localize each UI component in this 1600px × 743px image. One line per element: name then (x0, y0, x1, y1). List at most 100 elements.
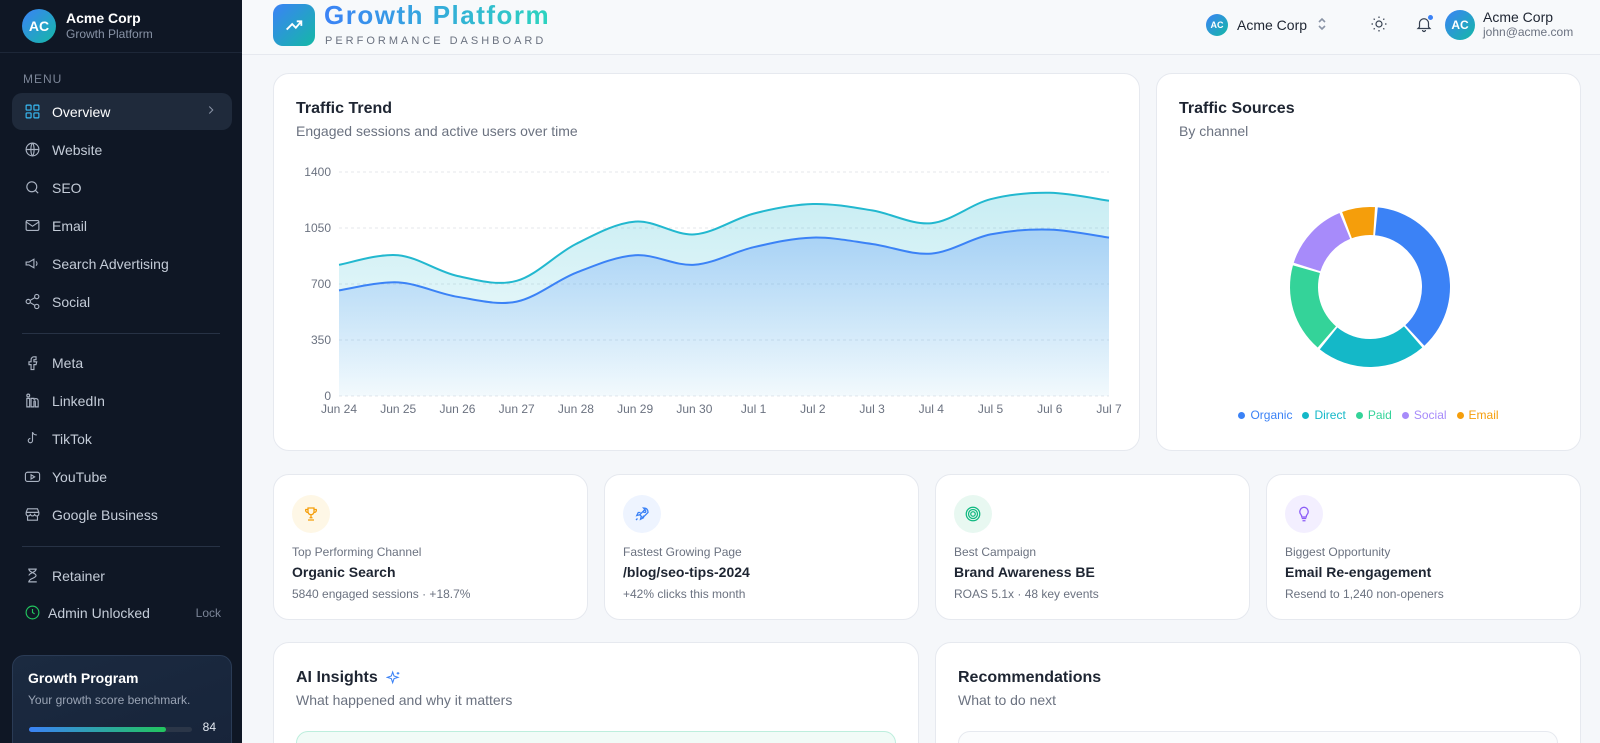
legend-item-email[interactable]: Email (1456, 408, 1499, 422)
legend-item-paid[interactable]: Paid (1355, 408, 1392, 422)
x-tick-label: Jul 2 (800, 402, 826, 416)
card-subtitle: What to do next (958, 692, 1057, 708)
x-tick-label: Jul 4 (919, 402, 945, 416)
search-icon (23, 179, 41, 197)
growth-program-card[interactable]: Growth Program Your growth score benchma… (12, 655, 232, 743)
globe-icon (23, 141, 41, 159)
y-tick-label: 700 (311, 277, 331, 291)
theme-toggle-button[interactable] (1367, 14, 1391, 38)
ai-insights-card: AI Insights What happened and why it mat… (273, 642, 919, 743)
chart-legend: Organic Direct Paid Social Email (1157, 408, 1580, 422)
trending-up-icon (273, 4, 315, 46)
sidebar-item-google-business[interactable]: Google Business (12, 496, 232, 533)
sidebar-item-label: Email (52, 217, 88, 234)
card-subtitle: What happened and why it matters (296, 692, 513, 708)
traffic-trend-card: Traffic Trend Engaged sessions and activ… (273, 73, 1140, 451)
sidebar-item-social[interactable]: Social (12, 283, 232, 320)
facebook-icon (23, 354, 41, 372)
lightbulb-icon (1285, 495, 1323, 533)
sidebar-item-tiktok[interactable]: TikTok (12, 420, 232, 457)
stat-label: Biggest Opportunity (1285, 545, 1391, 559)
user-menu[interactable]: AC Acme Corp john@acme.com (1445, 9, 1573, 40)
growth-subtitle: Your growth score benchmark. (28, 693, 191, 707)
legend-label: Paid (1367, 408, 1392, 422)
growth-progress-bar (29, 727, 192, 732)
x-tick-label: Jul 7 (1096, 402, 1122, 416)
insight-item[interactable] (296, 731, 896, 743)
stat-meta: +42% clicks this month (623, 587, 746, 601)
stat-meta: ROAS 5.1x · 48 key events (954, 587, 1099, 601)
sparkle-icon (385, 670, 402, 686)
megaphone-icon (23, 255, 41, 273)
store-icon (23, 506, 41, 524)
x-tick-label: Jun 29 (617, 402, 653, 416)
stat-label: Fastest Growing Page (623, 545, 742, 559)
legend-label: Organic (1250, 408, 1293, 422)
top-header: Growth Platform PERFORMANCE DASHBOARD AC… (242, 0, 1600, 55)
y-tick-label: 0 (324, 389, 331, 403)
sidebar-brand[interactable]: AC Acme Corp Growth Platform (22, 9, 153, 43)
org-avatar: AC (1206, 14, 1228, 36)
growth-score: 84 (202, 720, 216, 734)
sidebar-item-label: Admin Unlocked (48, 604, 150, 621)
sidebar-item-website[interactable]: Website (12, 131, 232, 168)
avatar: AC (1445, 9, 1475, 40)
page-subtitle: PERFORMANCE DASHBOARD (325, 35, 547, 47)
target-icon (954, 495, 992, 533)
divider (0, 52, 242, 53)
legend-label: Social (1413, 408, 1447, 422)
traffic-sources-donut (1290, 207, 1450, 367)
trophy-icon (292, 495, 330, 533)
page-title: Growth Platform (324, 0, 551, 30)
legend-item-social[interactable]: Social (1401, 408, 1447, 422)
legend-dot (1355, 411, 1363, 419)
sidebar-item-search-advertising[interactable]: Search Advertising (12, 245, 232, 282)
y-tick-label: 1400 (304, 165, 331, 179)
sidebar-item-label: TikTok (52, 430, 92, 447)
sidebar-item-label: YouTube (52, 468, 108, 485)
chevron-right-icon (204, 103, 218, 120)
brand-logo: AC (22, 9, 56, 43)
notifications-button[interactable] (1412, 14, 1436, 38)
legend-label: Email (1468, 408, 1499, 422)
hourglass-icon (23, 567, 41, 585)
recommendation-item[interactable] (958, 731, 1558, 743)
sidebar-item-overview[interactable]: Overview (12, 93, 232, 130)
x-tick-label: Jul 1 (741, 402, 767, 416)
x-tick-label: Jun 27 (499, 402, 535, 416)
card-title: Recommendations (958, 669, 1102, 686)
growth-progress-fill (29, 727, 166, 732)
notification-dot (1427, 14, 1434, 21)
stat-value: Organic Search (292, 564, 396, 580)
traffic-trend-chart: 0 350 700 1050 1400 Jun 24 Jun 25 Jun 26 Jun 27 J… (304, 165, 1122, 416)
org-switcher[interactable]: AC Acme Corp (1206, 14, 1328, 36)
sidebar-item-youtube[interactable]: YouTube (12, 458, 232, 495)
clock-icon (23, 604, 41, 622)
legend-dot (1302, 411, 1310, 419)
sidebar-item-linkedin[interactable]: LinkedIn (12, 382, 232, 419)
stat-card[interactable]: Biggest Opportunity Email Re-engagement … (1266, 474, 1581, 620)
share-icon (23, 293, 41, 311)
legend-item-organic[interactable]: Organic (1238, 408, 1292, 422)
stat-card[interactable]: Fastest Growing Page /blog/seo-tips-2024… (604, 474, 919, 620)
brand-subtitle: Growth Platform (66, 27, 153, 41)
x-tick-label: Jun 28 (558, 402, 594, 416)
sidebar-item-label: Overview (52, 103, 111, 120)
legend-dot (1401, 411, 1409, 419)
legend-dot (1238, 411, 1246, 419)
slice-organic (1375, 207, 1450, 346)
sidebar-item-retainer[interactable]: Retainer (12, 557, 232, 594)
stat-value: Brand Awareness BE (954, 564, 1095, 580)
sidebar-item-email[interactable]: Email (12, 207, 232, 244)
sidebar-item-meta[interactable]: Meta (12, 344, 232, 381)
sidebar-item-label: Retainer (52, 567, 105, 584)
stat-card[interactable]: Top Performing Channel Organic Search 58… (273, 474, 588, 620)
sun-icon (1370, 15, 1388, 38)
traffic-sources-card: Traffic Sources By channel Organic Direct… (1156, 73, 1581, 451)
slice-paid (1290, 265, 1336, 348)
sidebar-item-seo[interactable]: SEO (12, 169, 232, 206)
stat-card[interactable]: Best Campaign Brand Awareness BE ROAS 5.… (935, 474, 1250, 620)
legend-item-direct[interactable]: Direct (1302, 408, 1346, 422)
lock-button[interactable]: Lock (196, 606, 221, 620)
ai-insights-title: AI Insights (296, 669, 378, 686)
